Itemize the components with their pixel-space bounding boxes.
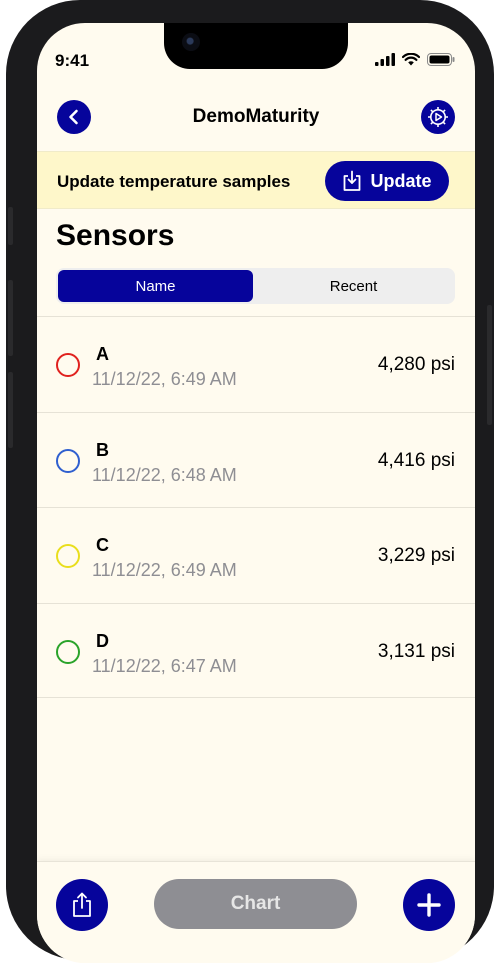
segment-recent[interactable]: Recent xyxy=(256,270,451,302)
sensor-name: A xyxy=(96,344,109,364)
sensor-date: 11/12/22, 6:48 AM xyxy=(92,464,237,485)
sensor-color-ring xyxy=(56,353,80,377)
sensor-date: 11/12/22, 6:49 AM xyxy=(92,560,237,580)
volume-up-button xyxy=(8,280,13,356)
screen: 9:41 DemoMaturity Update temperature sam… xyxy=(37,23,475,963)
section-title: Sensors xyxy=(56,219,175,252)
sensor-value: 4,416 psi xyxy=(377,449,455,471)
power-button xyxy=(487,305,492,425)
sensor-name: B xyxy=(96,439,109,460)
sensor-color-ring xyxy=(56,448,80,473)
battery-icon xyxy=(427,53,455,66)
wifi-icon xyxy=(402,53,420,66)
sensor-row[interactable]: A 11/12/22, 6:49 AM 4,280 psi xyxy=(37,316,475,412)
sensor-color-ring xyxy=(56,639,80,664)
add-sensor-button[interactable] xyxy=(403,879,455,931)
sensor-row[interactable]: C 11/12/22, 6:49 AM 3,229 psi xyxy=(37,507,475,603)
silent-switch xyxy=(8,207,13,245)
segment-name[interactable]: Name xyxy=(58,270,253,302)
page-title: DemoMaturity xyxy=(192,106,320,127)
sensor-row[interactable]: D 11/12/22, 6:47 AM 3,131 psi xyxy=(37,602,475,698)
sensor-value: 4,280 psi xyxy=(377,354,455,375)
nav-bar: DemoMaturity xyxy=(37,100,475,140)
sensor-list: A 11/12/22, 6:49 AM 4,280 psi B 11/12/22… xyxy=(37,316,475,698)
camera xyxy=(182,33,200,51)
sort-segmented-control: Name Recent xyxy=(56,268,455,304)
share-icon xyxy=(73,892,91,917)
update-banner: Update temperature samples Update xyxy=(37,151,475,209)
banner-text: Update temperature samples xyxy=(57,172,291,191)
update-button[interactable]: Update xyxy=(325,161,449,201)
sensor-date: 11/12/22, 6:47 AM xyxy=(92,655,237,676)
chart-button[interactable]: Chart xyxy=(154,879,357,929)
sensor-value: 3,131 psi xyxy=(377,640,455,662)
gear-play-icon xyxy=(428,107,448,127)
download-tray-icon xyxy=(344,170,361,191)
sensor-row[interactable]: B 11/12/22, 6:48 AM 4,416 psi xyxy=(37,411,475,508)
sensor-date: 11/12/22, 6:49 AM xyxy=(92,369,237,389)
settings-button[interactable] xyxy=(421,100,455,134)
update-button-label: Update xyxy=(370,170,432,191)
plus-icon xyxy=(417,893,441,917)
sensor-color-ring xyxy=(56,544,80,568)
bottom-toolbar: Chart xyxy=(37,861,475,963)
sensor-value: 3,229 psi xyxy=(377,545,455,566)
status-time: 9:41 xyxy=(55,51,90,70)
phone-frame: 9:41 DemoMaturity Update temperature sam… xyxy=(6,0,494,963)
share-button[interactable] xyxy=(56,879,108,931)
signal-icon xyxy=(375,53,395,66)
sensor-name: C xyxy=(96,535,109,555)
sensor-name: D xyxy=(96,630,109,651)
status-icons xyxy=(375,53,455,66)
volume-down-button xyxy=(8,372,13,448)
